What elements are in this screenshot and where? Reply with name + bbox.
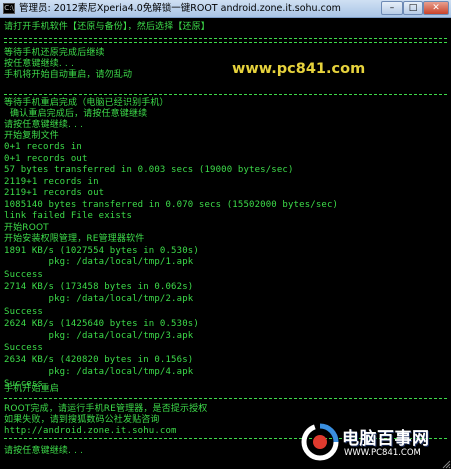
close-button[interactable]: ✕	[423, 1, 449, 15]
console-line: Success	[4, 270, 43, 280]
console-line: 2119+1 records in	[4, 177, 99, 187]
console-line: 请打开手机软件【还原与备份】，然后选择【还原】	[4, 22, 210, 32]
console-line: 按任意键继续. . .	[4, 59, 74, 69]
console-line: 2624 KB/s (1425640 bytes in 0.530s)	[4, 319, 199, 329]
console-line: 2714 KB/s (173458 bytes in 0.062s)	[4, 282, 194, 292]
watermark-url: www.pc841.com	[232, 61, 366, 77]
console-line: Success	[4, 307, 43, 317]
console-line: 57 bytes transferred in 0.003 secs (1900…	[4, 165, 294, 175]
logo-url: WWW.PC841.COM	[344, 448, 421, 458]
console-window: C:\ 管理员: 2012索尼Xperia4.0免解锁一键ROOT androi…	[0, 0, 451, 469]
console-line: 如果失败，请到搜狐数码公社发贴咨询	[4, 415, 160, 425]
console-line: 等待手机还原完成后继续	[4, 48, 105, 58]
console-line: http://android.zone.it.sohu.com	[4, 426, 177, 436]
resize-grip-icon[interactable]	[441, 459, 451, 469]
separator	[4, 398, 447, 399]
console-line: 1891 KB/s (1027554 bytes in 0.530s)	[4, 246, 199, 256]
console-line: 0+1 records in	[4, 142, 82, 152]
logo-title: 电脑百事网	[342, 429, 430, 449]
console-line: link failed File exists	[4, 211, 133, 221]
separator	[4, 94, 447, 95]
console-line: 0+1 records out	[4, 154, 88, 164]
console-line: 开始复制文件	[4, 131, 59, 141]
title-bar[interactable]: C:\ 管理员: 2012索尼Xperia4.0免解锁一键ROOT androi…	[0, 0, 451, 18]
console-line: 1085140 bytes transferred in 0.070 secs …	[4, 200, 339, 210]
console-line: pkg: /data/local/tmp/4.apk	[4, 367, 194, 377]
console-line: Success	[4, 343, 43, 353]
console-line: 手机开始重启	[4, 384, 59, 394]
logo-swirl-icon	[301, 423, 339, 461]
console-line: 开始安装权限管理，RE管理器软件	[4, 234, 145, 244]
minimize-button[interactable]: –	[381, 1, 403, 15]
window-title: 管理员: 2012索尼Xperia4.0免解锁一键ROOT android.zo…	[19, 3, 341, 14]
console-line: 确认重启完成后，请按任意键继续	[4, 109, 148, 119]
site-logo: 电脑百事网 WWW.PC841.COM	[300, 412, 450, 468]
console-line: 请按任意键继续. . .	[4, 446, 84, 456]
console-line: pkg: /data/local/tmp/1.apk	[4, 257, 194, 267]
separator	[4, 38, 447, 39]
console-line: 2119+1 records out	[4, 188, 105, 198]
cmd-icon[interactable]: C:\	[3, 3, 15, 14]
separator	[4, 42, 447, 43]
console-line: ROOT完成，请运行手机RE管理器，是否提示授权	[4, 404, 208, 414]
console-line: 2634 KB/s (420820 bytes in 0.156s)	[4, 355, 194, 365]
console-line: 开始ROOT	[4, 223, 49, 233]
maximize-button[interactable]: □	[403, 1, 423, 15]
console-line: pkg: /data/local/tmp/2.apk	[4, 294, 194, 304]
console-line: 等待手机重启完成（电脑已经识别手机）	[4, 98, 169, 108]
console-line: 手机将开始自动重启，请勿乱动	[4, 70, 133, 80]
console-line: pkg: /data/local/tmp/3.apk	[4, 331, 194, 341]
console-line: 请按任意键继续. . .	[4, 120, 84, 130]
console-output[interactable]: 请打开手机软件【还原与备份】，然后选择【还原】 等待手机还原完成后继续 按任意键…	[0, 18, 451, 469]
